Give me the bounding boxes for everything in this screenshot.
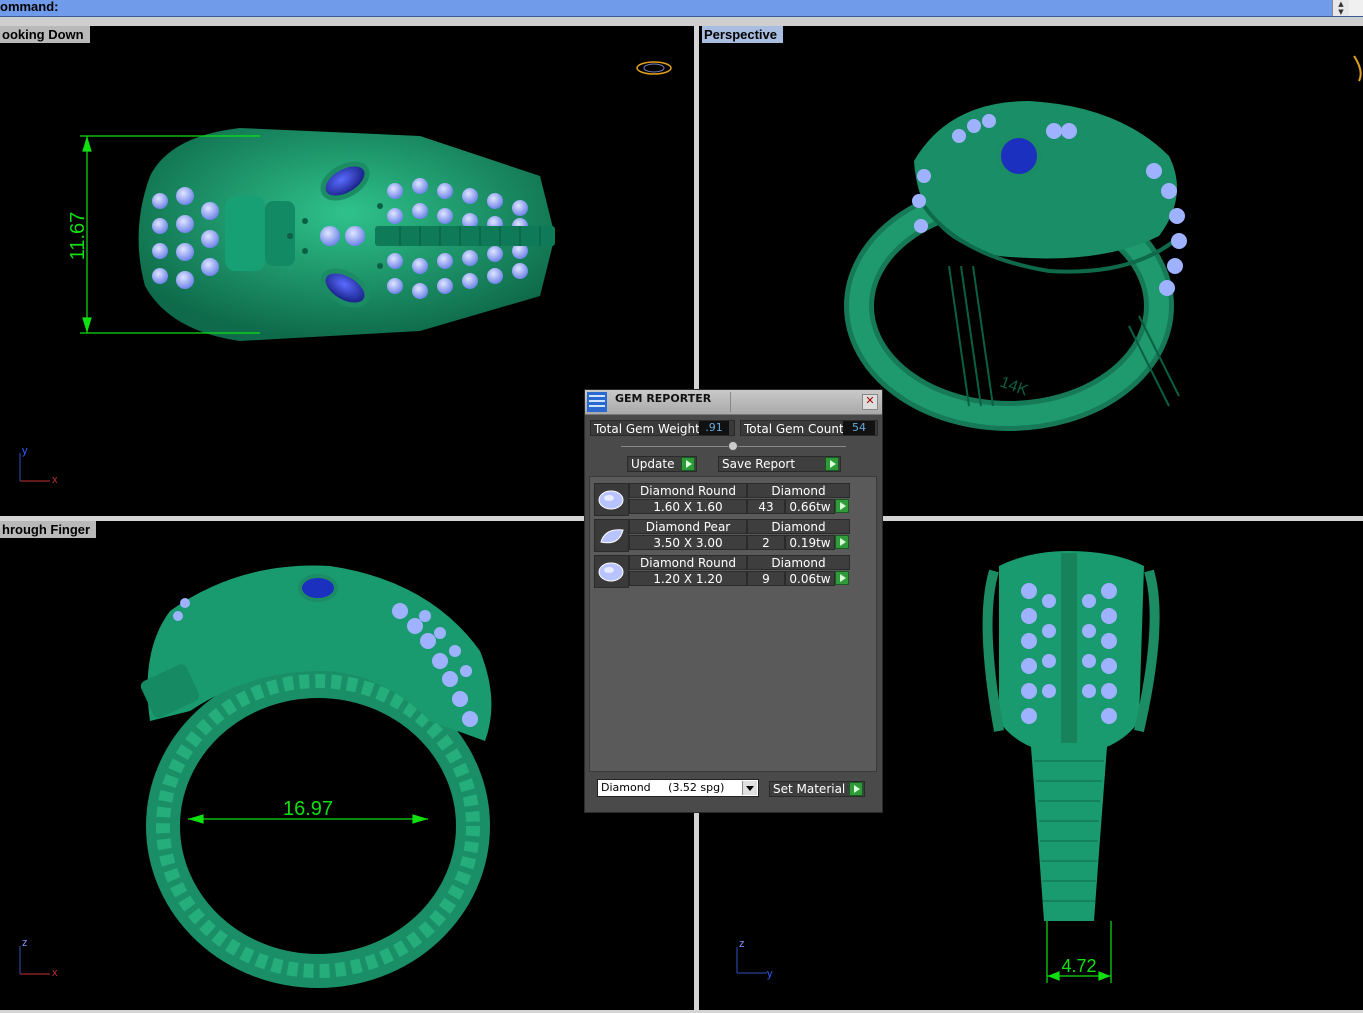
round-gem-icon — [594, 555, 629, 588]
gem-row[interactable]: Diamond Pear Diamond 3.50 X 3.00 2 0.19t… — [594, 519, 858, 552]
axis-h-top: x — [52, 474, 58, 486]
viewport-label-top[interactable]: ooking Down — [0, 26, 90, 43]
save-report-button-label: Save Report — [722, 457, 796, 471]
command-bar-edge — [1349, 0, 1363, 16]
viewport-label-through-finger[interactable]: hrough Finger — [0, 521, 97, 538]
axis-v-finger: z — [22, 937, 28, 949]
gem-material: Diamond — [747, 519, 850, 534]
dimension-top: 11.67 — [67, 212, 89, 261]
gem-row-play-icon[interactable] — [835, 499, 849, 513]
gem-material: Diamond — [747, 555, 850, 570]
gem-size: 3.50 X 3.00 — [629, 535, 747, 550]
gem-list[interactable]: Diamond Round Diamond 1.60 X 1.60 43 0.6… — [589, 476, 877, 772]
material-select[interactable]: Diamond (3.52 spg) — [597, 779, 759, 797]
gem-reporter-title: GEM REPORTER — [615, 392, 712, 405]
update-play-icon[interactable] — [681, 457, 695, 471]
total-count-value: 54 — [843, 421, 875, 435]
gem-name: Diamond Pear — [629, 519, 747, 534]
gem-material: Diamond — [747, 483, 850, 498]
gem-count: 2 — [747, 535, 785, 550]
scroll-down-icon[interactable]: ▼ — [1333, 8, 1349, 16]
gem-size: 1.20 X 1.20 — [629, 571, 747, 586]
separator-slider-knob[interactable] — [728, 441, 738, 451]
set-material-button[interactable]: Set Material — [769, 781, 865, 797]
title-separator — [730, 392, 731, 412]
command-bar[interactable]: ommand: ▲ ▼ — [0, 0, 1363, 17]
gem-row[interactable]: Diamond Round Diamond 1.60 X 1.60 43 0.6… — [594, 483, 858, 516]
gem-reporter-app-icon — [587, 392, 607, 412]
axis-h-side: y — [767, 968, 773, 980]
gem-weight: 0.06tw — [785, 571, 835, 586]
total-weight-value: .91 — [699, 421, 729, 435]
set-material-play-icon[interactable] — [849, 782, 863, 796]
gem-reporter-titlebar[interactable]: GEM REPORTER ✕ — [585, 390, 882, 415]
gem-row-play-icon[interactable] — [835, 535, 849, 549]
update-button[interactable]: Update — [627, 456, 697, 472]
material-select-value: Diamond (3.52 spg) — [601, 781, 725, 794]
gem-weight: 0.66tw — [785, 499, 835, 514]
command-label: ommand: — [0, 0, 59, 14]
frame-top — [0, 17, 1363, 26]
svg-text:14K: 14K — [998, 374, 1031, 400]
axis-v-side: z — [739, 938, 745, 950]
set-material-button-label: Set Material — [773, 782, 846, 796]
save-report-play-icon[interactable] — [825, 457, 839, 471]
round-gem-icon — [594, 483, 629, 516]
save-report-button[interactable]: Save Report — [718, 456, 841, 472]
gem-reporter-dialog[interactable]: GEM REPORTER ✕ Total Gem Weight .91 Tota… — [584, 389, 883, 813]
gem-row-play-icon[interactable] — [835, 571, 849, 585]
axis-h-finger: x — [52, 967, 58, 979]
dimension-side: 4.72 — [1061, 956, 1096, 976]
gem-count: 43 — [747, 499, 785, 514]
gem-weight: 0.19tw — [785, 535, 835, 550]
axis-v-top: y — [22, 445, 28, 457]
total-weight-label: Total Gem Weight — [594, 422, 700, 436]
dimension-finger: 16.97 — [283, 798, 333, 820]
gem-row[interactable]: Diamond Round Diamond 1.20 X 1.20 9 0.06… — [594, 555, 858, 588]
viewport-label-perspective[interactable]: Perspective — [702, 26, 783, 43]
gem-name: Diamond Round — [629, 483, 747, 498]
chevron-down-icon[interactable] — [742, 781, 757, 795]
scroll-up-icon[interactable]: ▲ — [1333, 0, 1349, 8]
gem-size: 1.60 X 1.60 — [629, 499, 747, 514]
total-count-label: Total Gem Count — [744, 422, 844, 436]
gem-name: Diamond Round — [629, 555, 747, 570]
gem-count: 9 — [747, 571, 785, 586]
close-icon[interactable]: ✕ — [862, 394, 878, 410]
command-scroll[interactable]: ▲ ▼ — [1332, 0, 1349, 16]
pear-gem-icon — [594, 519, 629, 552]
update-button-label: Update — [631, 457, 675, 471]
